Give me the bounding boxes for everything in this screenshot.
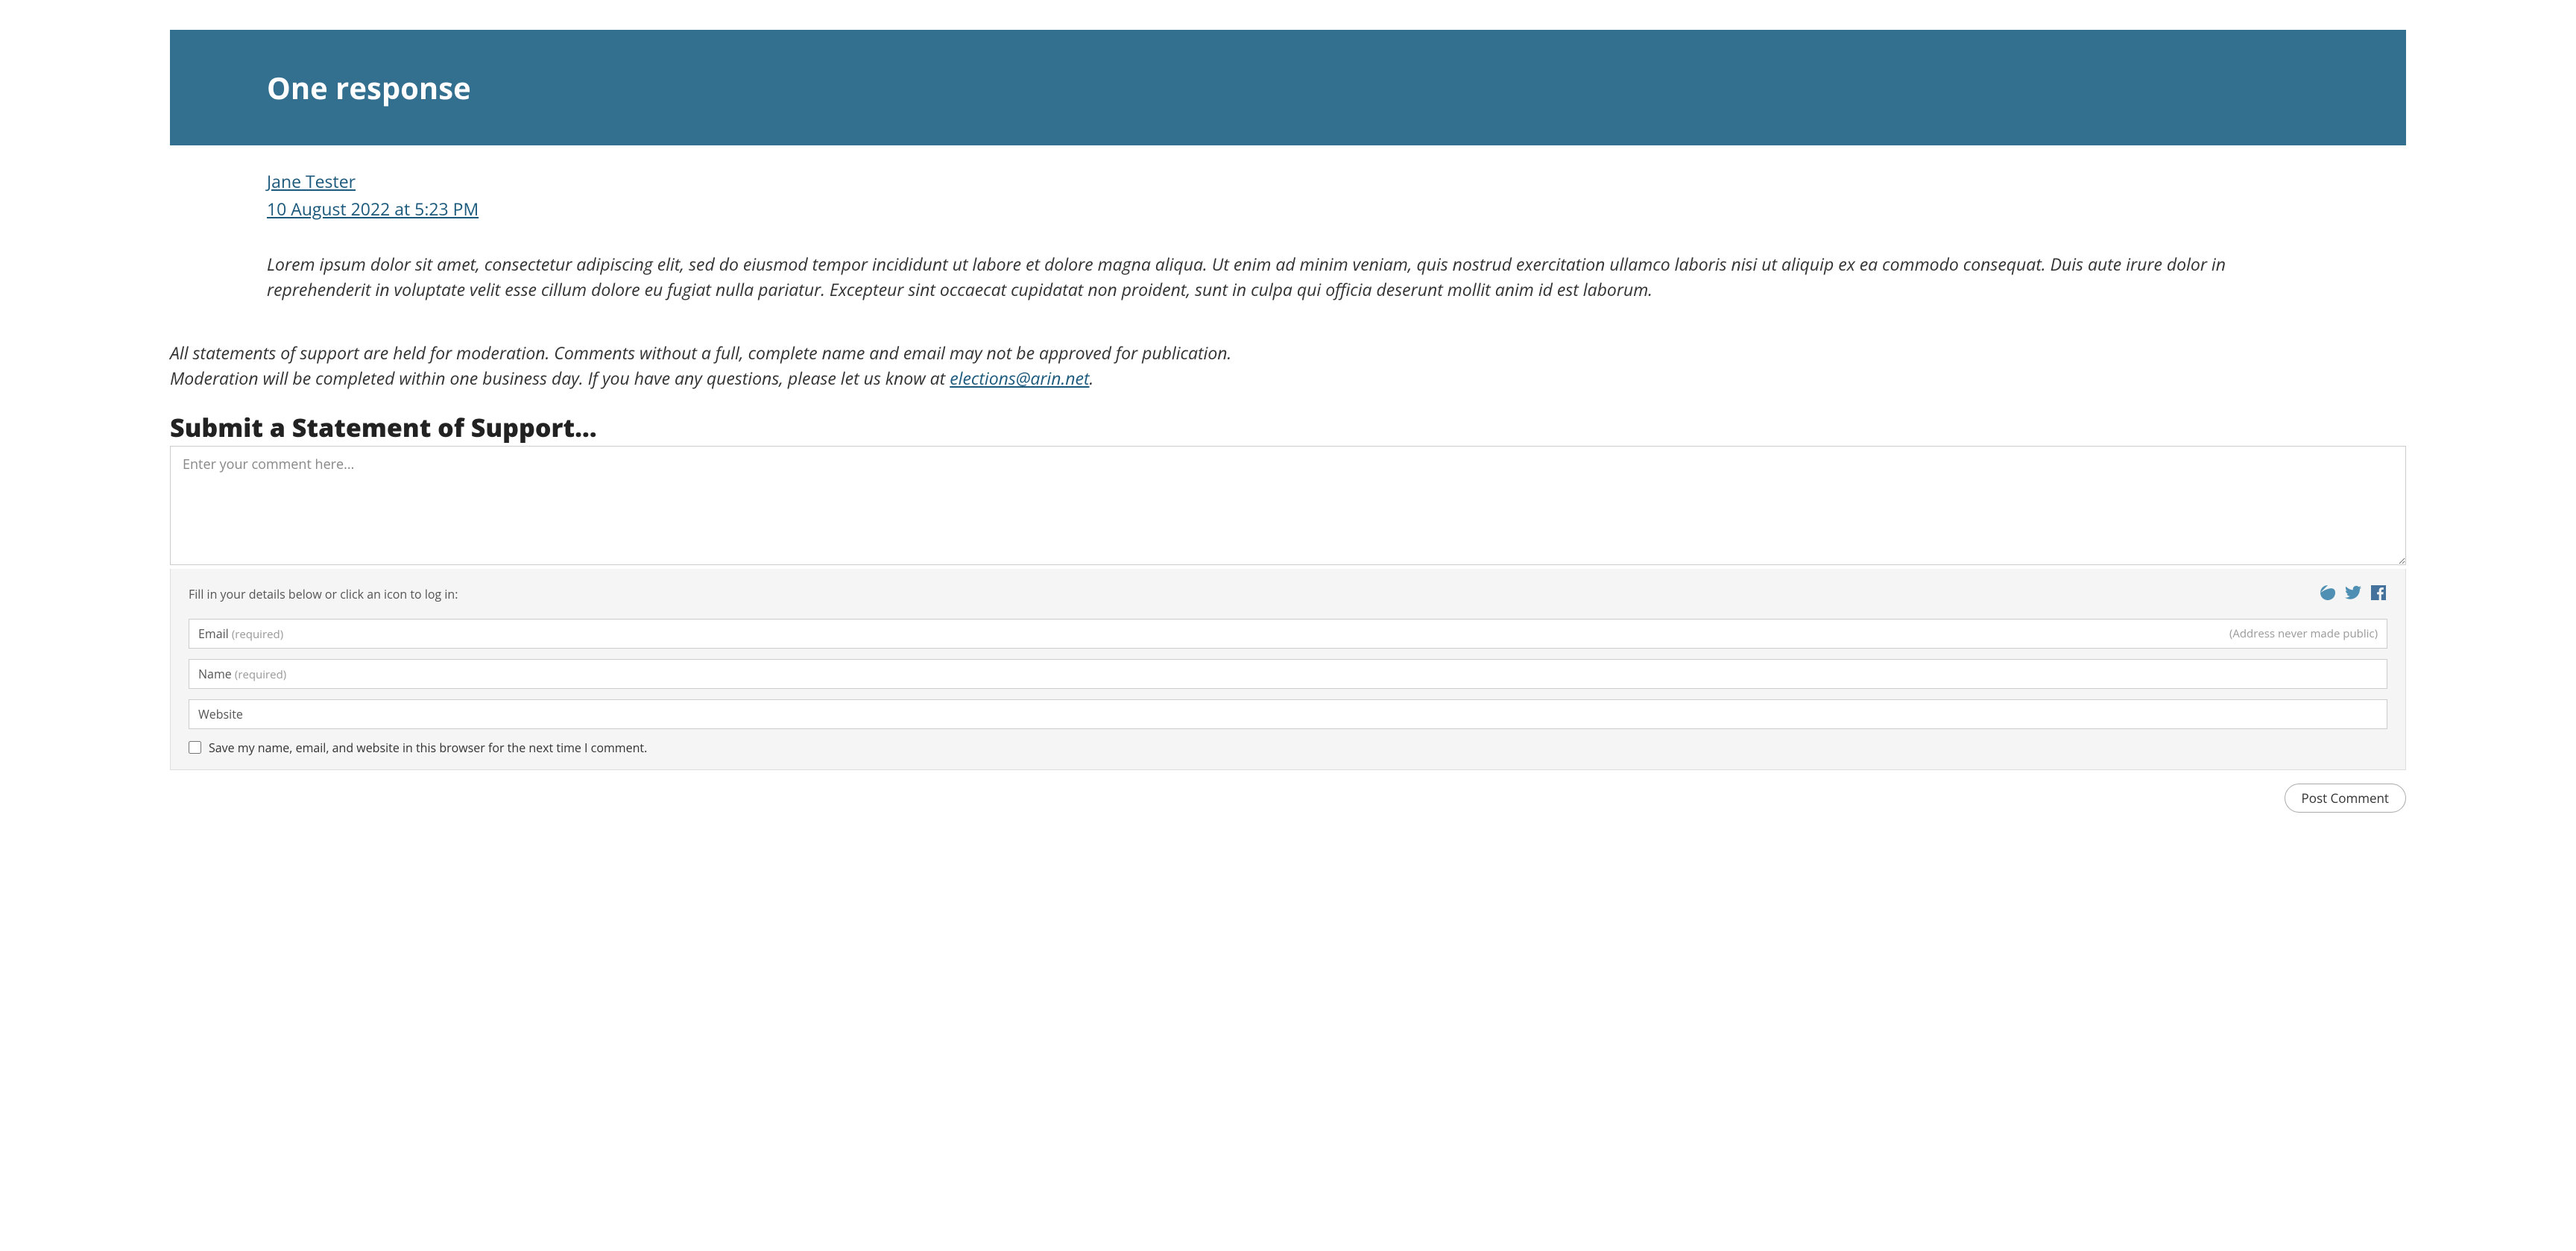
save-info-row[interactable]: Save my name, email, and website in this… bbox=[189, 740, 2387, 756]
responses-header: One response bbox=[170, 30, 2406, 145]
website-field[interactable] bbox=[189, 699, 2387, 729]
comment-meta: Jane Tester 10 August 2022 at 5:23 PM bbox=[267, 168, 2309, 223]
name-field-wrap: Name (required) bbox=[189, 659, 2387, 689]
moderation-line-2: Moderation will be completed within one … bbox=[170, 365, 2406, 391]
moderation-email-link[interactable]: elections@arin.net bbox=[950, 366, 1089, 390]
facebook-icon[interactable] bbox=[2370, 584, 2387, 605]
comment-entry: Jane Tester 10 August 2022 at 5:23 PM Lo… bbox=[170, 168, 2406, 303]
comment-body: Lorem ipsum dolor sit amet, consectetur … bbox=[267, 251, 2309, 303]
twitter-icon[interactable] bbox=[2344, 584, 2362, 605]
wordpress-icon[interactable] bbox=[2319, 584, 2337, 605]
comment-form-details: Fill in your details below or click an i… bbox=[170, 569, 2406, 770]
name-field[interactable] bbox=[189, 659, 2387, 689]
website-field-wrap: Website bbox=[189, 699, 2387, 729]
details-instruction: Fill in your details below or click an i… bbox=[189, 586, 458, 602]
moderation-notice: All statements of support are held for m… bbox=[170, 340, 2406, 391]
email-field[interactable] bbox=[189, 619, 2387, 649]
submit-row: Post Comment bbox=[170, 784, 2406, 813]
moderation-line-1: All statements of support are held for m… bbox=[170, 340, 2406, 366]
post-comment-button[interactable]: Post Comment bbox=[2285, 784, 2406, 813]
comment-textarea[interactable] bbox=[170, 446, 2406, 565]
comment-timestamp-link[interactable]: 10 August 2022 at 5:23 PM bbox=[267, 197, 479, 221]
social-login-icons bbox=[2319, 584, 2387, 605]
save-info-checkbox[interactable] bbox=[189, 741, 201, 754]
reply-title: Submit a Statement of Support… bbox=[170, 410, 2406, 444]
email-field-wrap: Email (required) (Address never made pub… bbox=[189, 619, 2387, 649]
responses-heading: One response bbox=[267, 67, 2309, 108]
save-info-label: Save my name, email, and website in this… bbox=[209, 740, 647, 756]
comment-author-link[interactable]: Jane Tester bbox=[267, 169, 356, 193]
